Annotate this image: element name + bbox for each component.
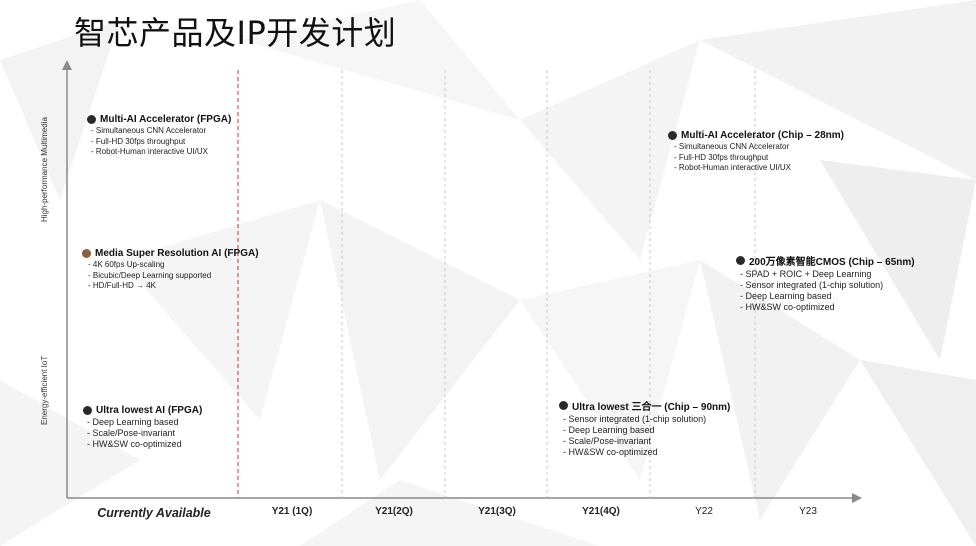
bullet-dot <box>559 401 568 410</box>
item-title: Multi-AI Accelerator (Chip – 28nm) <box>681 130 844 141</box>
bullet-dot <box>736 256 745 265</box>
item-title: Multi-AI Accelerator (FPGA) <box>100 114 232 125</box>
x-label-y21-3q: Y21(3Q) <box>478 506 516 517</box>
item-ultra-lowest-chip: Ultra lowest 三合一 (Chip – 90nm) - Sensor … <box>559 398 730 458</box>
item-title: Media Super Resolution AI (FPGA) <box>95 248 259 259</box>
item-line: - Sensor integrated (1-chip solution) <box>740 280 884 290</box>
item-title: Ultra lowest AI (FPGA) <box>96 405 203 416</box>
item-line: - Full-HD 30fps throughput <box>674 152 769 162</box>
item-line: - Deep Learning based <box>740 291 832 301</box>
x-label-y21-1q: Y21 (1Q) <box>271 506 313 517</box>
item-line: - SPAD + ROIC + Deep Learning <box>740 269 872 279</box>
item-line: - Simultaneous CNN Accelerator <box>674 142 790 151</box>
item-line: - Simultaneous CNN Accelerator <box>91 126 207 135</box>
item-line: - Deep Learning based <box>87 417 179 427</box>
item-line: - HW&SW co-optimized <box>563 447 658 457</box>
x-label-current: Currently Available <box>97 506 211 520</box>
item-line: - Robot-Human interactive UI/UX <box>91 147 208 156</box>
item-line: - Full-HD 30fps throughput <box>91 136 186 146</box>
item-line: - Bicubic/Deep Learning supported <box>88 270 212 280</box>
item-title: 200万像素智能CMOS (Chip – 65nm) <box>749 257 915 268</box>
y-axis-label-bottom: Energy-efficient IoT <box>40 355 49 425</box>
item-line: - Sensor integrated (1-chip solution) <box>563 414 707 424</box>
item-line: - HD/Full-HD → 4K <box>88 281 157 290</box>
x-label-y21-4q: Y21(4Q) <box>582 506 620 517</box>
item-line: - 4K 60fps Up-scaling <box>88 260 165 269</box>
y-axis-label-top: High-performance Multimedia <box>40 117 49 222</box>
bullet-dot <box>82 249 91 258</box>
x-axis-arrow <box>852 493 862 503</box>
x-label-y23: Y23 <box>799 506 817 517</box>
item-line: - Scale/Pose-invariant <box>563 436 652 446</box>
item-line: - HW&SW co-optimized <box>87 439 182 449</box>
bullet-dot <box>87 115 96 124</box>
item-line: - Robot-Human interactive UI/UX <box>674 163 791 172</box>
item-line: - Deep Learning based <box>563 425 655 435</box>
item-line: - HW&SW co-optimized <box>740 302 835 312</box>
x-label-y21-2q: Y21(2Q) <box>375 506 413 517</box>
bullet-dot <box>83 406 92 415</box>
item-cmos-sensor: 200万像素智能CMOS (Chip – 65nm) - SPAD + ROIC… <box>736 253 915 313</box>
item-ultra-lowest-ai: Ultra lowest AI (FPGA) - Deep Learning b… <box>83 405 202 450</box>
item-line: - Scale/Pose-invariant <box>87 428 176 438</box>
item-title: Ultra lowest 三合一 (Chip – 90nm) <box>572 402 731 413</box>
x-label-y22: Y22 <box>695 506 713 517</box>
item-media-super-resolution: Media Super Resolution AI (FPGA) - 4K 60… <box>82 248 259 292</box>
bullet-dot <box>668 131 677 140</box>
y-axis-arrow <box>62 60 72 70</box>
item-multi-ai-fpga: Multi-AI Accelerator (FPGA) - Simultaneo… <box>87 114 231 158</box>
item-multi-ai-chip: Multi-AI Accelerator (Chip – 28nm) - Sim… <box>668 130 844 174</box>
